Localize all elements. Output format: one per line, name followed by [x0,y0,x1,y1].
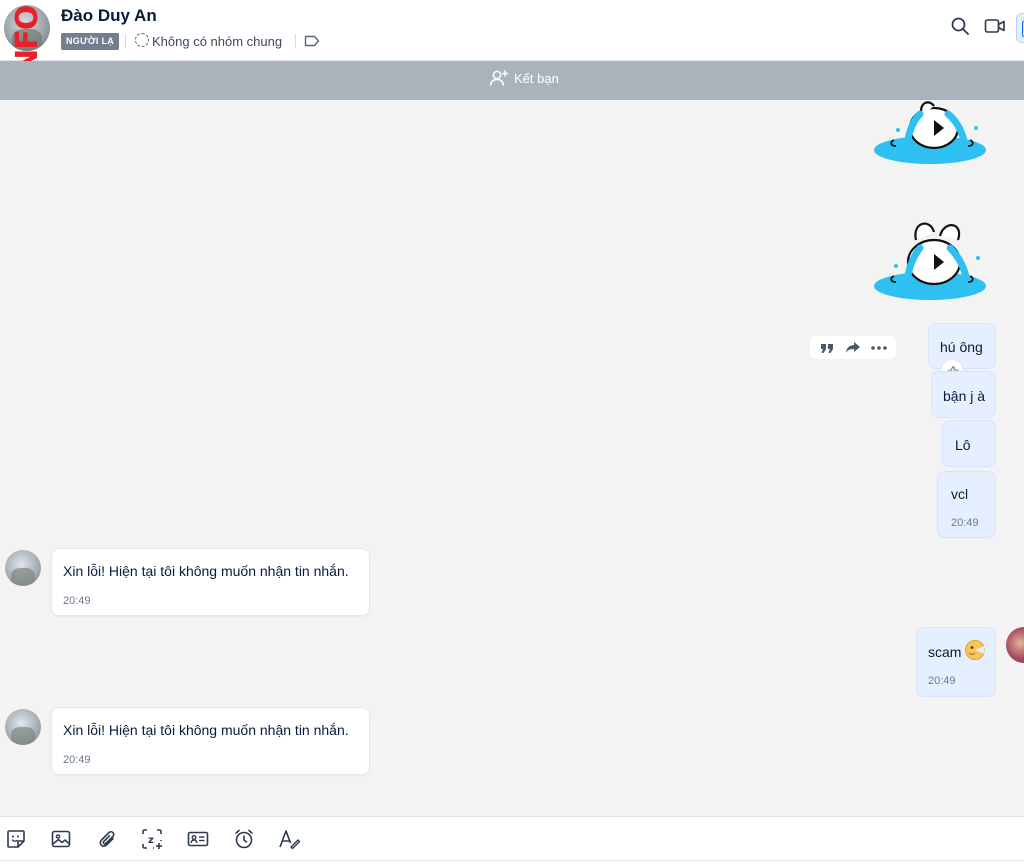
my-message[interactable]: hú ông [928,323,996,369]
my-message[interactable]: vcl 20:49 [937,471,996,538]
message-text: Xin lỗi! Hiện tại tôi không muốn nhận ti… [63,722,349,738]
forward-icon[interactable] [842,339,864,357]
contact-avatar[interactable] [5,709,41,745]
add-friend-label: Kết bạn [514,70,559,86]
stranger-badge: NGƯỜI LẠ [61,33,120,50]
svg-text:z: z [148,835,154,846]
contact-avatar[interactable] [5,550,41,586]
group-icon [135,33,149,47]
chat-header: INFO Đào Duy An NGƯỜI LẠ Không có nhóm c… [0,0,1024,84]
search-icon[interactable] [950,16,970,36]
sticker-icon[interactable] [5,828,27,850]
contact-name[interactable]: Đào Duy An [61,6,157,26]
contact-message[interactable]: Xin lỗi! Hiện tại tôi không muốn nhận ti… [51,707,370,775]
my-message[interactable]: Lô [942,420,996,467]
my-avatar[interactable] [1006,627,1024,663]
message-time: 20:49 [63,595,91,607]
video-call-icon[interactable] [984,16,1006,36]
reminder-icon[interactable] [233,828,255,850]
message-text: Lô [955,437,971,453]
tag-icon[interactable] [304,35,320,47]
text-format-icon[interactable] [278,828,300,850]
message-text: bận j à [943,388,986,404]
message-text: Xin lỗi! Hiện tại tôi không muốn nhận ti… [63,563,349,579]
image-icon[interactable] [50,828,72,850]
more-icon[interactable] [868,339,890,357]
contact-message[interactable]: Xin lỗi! Hiện tại tôi không muốn nhận ti… [51,548,370,616]
message-time: 20:49 [63,754,91,766]
divider [125,34,126,48]
mutual-groups-status[interactable]: Không có nhóm chung [152,34,282,49]
message-text: hú ông [940,339,983,355]
quote-icon[interactable] [816,339,838,357]
message-time: 20:49 [928,675,956,687]
crying-rabbit-sticker[interactable] [872,100,988,168]
message-input-area[interactable] [0,860,1024,867]
message-actions [810,336,896,359]
composer-toolbar: z [0,816,1024,860]
add-friend-button[interactable]: Kết bạn [489,69,559,87]
divider [295,34,296,48]
message-text: scam [928,644,962,660]
my-message[interactable]: scam 20:49 [916,627,996,697]
add-friend-bar: Kết bạn [0,61,1024,100]
screenshot-icon[interactable]: z [141,828,163,850]
contact-card-icon[interactable] [187,828,209,850]
conversation-info-icon[interactable] [1016,13,1024,43]
my-message[interactable]: bận j à [931,371,996,418]
message-time: 20:49 [951,517,979,529]
emoji-icon [965,640,985,660]
message-text: vcl [951,486,969,502]
attachment-icon[interactable] [96,828,118,850]
crying-rabbit-sticker[interactable] [872,218,988,304]
add-friend-icon [489,70,508,86]
